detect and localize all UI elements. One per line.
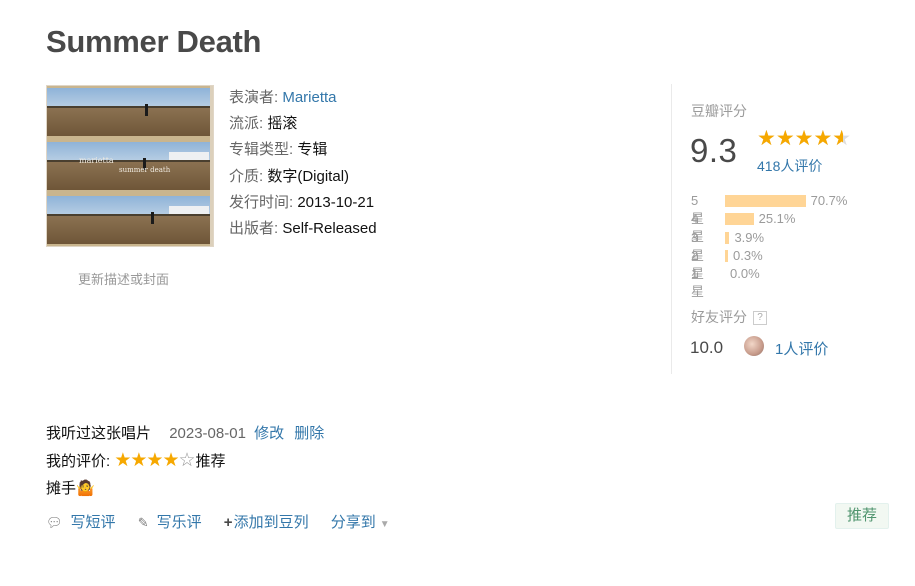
distribution-bar [725, 231, 730, 244]
share-button[interactable]: 分享到 ▼ [331, 511, 390, 532]
info-row-publisher: 出版者: Self-Released [229, 216, 377, 242]
info-label: 出版者: [229, 220, 279, 238]
delete-link[interactable]: 删除 [294, 425, 324, 442]
info-label: 发行时间: [229, 193, 294, 211]
speech-bubble-icon: 💬︎ [46, 515, 63, 530]
update-cover-link[interactable]: 更新描述或封面 [78, 269, 169, 288]
my-rating-word: 推荐 [195, 453, 226, 470]
distribution-bar [725, 213, 754, 226]
help-icon[interactable]: ? [753, 311, 767, 326]
distribution-bar [725, 249, 728, 262]
distribution-label: 1星 [691, 266, 705, 300]
album-cover[interactable]: marietta summer death [47, 86, 213, 246]
pencil-icon: ✎ [137, 515, 149, 530]
write-short-review-button[interactable]: 💬︎ 写短评 [46, 511, 116, 532]
cover-artist-text: marietta [79, 156, 114, 165]
friend-rating-label: 好友评分 [691, 309, 747, 325]
info-label: 流派: [229, 115, 264, 133]
caret-down-icon: ▼ [379, 519, 390, 530]
distribution-percent: 70.7% [810, 193, 848, 208]
cover-photo-strip-top [47, 88, 213, 136]
distribution-percent: 3.9% [734, 229, 765, 245]
info-label: 表演者: [229, 89, 279, 106]
friend-avatar[interactable] [744, 336, 764, 356]
plus-icon: + [223, 514, 233, 531]
info-label: 专辑类型: [229, 141, 294, 159]
my-status: 我听过这张唱片 [46, 425, 152, 442]
star-icons-filled: ★★★★★ [757, 128, 843, 150]
album-info: 表演者: Marietta 流派: 摇滚 专辑类型: 专辑 介质: 数字(Dig… [229, 85, 377, 242]
write-review-button[interactable]: ✎ 写乐评 [138, 511, 202, 532]
rating-title: 豆瓣评分 [691, 103, 747, 119]
info-row-medium: 介质: 数字(Digital) [229, 164, 377, 190]
info-value: 2013-10-21 [297, 193, 375, 211]
friend-score: 10.0 [690, 338, 724, 357]
distribution-percent: 0.3% [733, 247, 763, 263]
my-status-row: 我听过这张唱片 2023-08-01 修改 删除 [46, 420, 324, 447]
info-row-genre: 流派: 摇滚 [229, 111, 377, 137]
add-to-doulist-button[interactable]: +添加到豆列 [224, 511, 309, 532]
sidebar-divider [671, 84, 672, 374]
cover-album-text: summer death [119, 166, 171, 174]
my-rating-label: 我的评价: [46, 453, 111, 470]
performer-link[interactable]: Marietta [282, 89, 336, 106]
friend-count-link[interactable]: 1人评价 [775, 338, 828, 359]
my-rating-row: 我的评价: ★★★★☆推荐 [46, 447, 324, 475]
friend-rating-title: 好友评分? [691, 307, 767, 327]
info-value: 摇滚 [267, 115, 298, 133]
page-title: Summer Death [46, 24, 262, 59]
my-collection: 我听过这张唱片 2023-08-01 修改 删除 我的评价: ★★★★☆推荐 摊… [46, 420, 324, 502]
recommend-button[interactable]: 推荐 [835, 503, 889, 529]
info-row-performer: 表演者: Marietta [229, 85, 377, 111]
rating-people-link[interactable]: 418人评价 [757, 156, 822, 176]
info-value: 数字(Digital) [267, 167, 350, 185]
distribution-percent: 0.0% [730, 266, 760, 282]
edit-link[interactable]: 修改 [254, 425, 284, 442]
my-star-empty-icons: ☆ [178, 450, 196, 471]
distribution-percent: 25.1% [758, 211, 796, 227]
info-value: Self-Released [282, 220, 377, 238]
info-row-album-type: 专辑类型: 专辑 [229, 137, 377, 163]
action-bar: 💬︎ 写短评 ✎ 写乐评 +添加到豆列 分享到 ▼ [46, 511, 408, 532]
cover-photo-strip-bottom [47, 196, 213, 244]
my-comment: 摊手🤷 [46, 480, 95, 497]
rating-stars: ★★★★★ ★★★★★ [757, 128, 851, 150]
my-date: 2023-08-01 [169, 425, 246, 442]
info-row-release-date: 发行时间: 2013-10-21 [229, 190, 377, 216]
rating-score: 9.3 [690, 132, 738, 169]
info-value: 专辑 [297, 141, 328, 159]
my-star-icons: ★★★★ [114, 450, 179, 471]
distribution-bar [725, 195, 806, 207]
info-label: 介质: [229, 167, 264, 185]
